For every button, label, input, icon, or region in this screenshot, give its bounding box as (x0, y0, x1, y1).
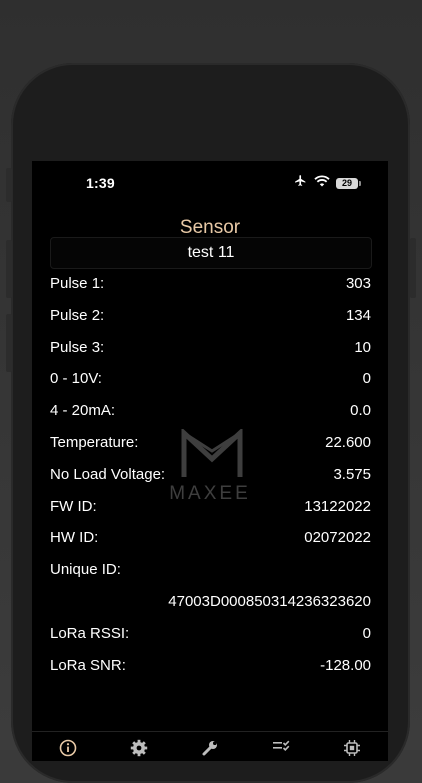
reading-label: Pulse 3: (50, 338, 105, 356)
tab-checklist[interactable] (263, 732, 299, 761)
airplane-icon (293, 174, 308, 192)
phone-side-button (6, 168, 12, 202)
chip-icon (343, 739, 361, 761)
tab-hardware[interactable] (334, 732, 370, 761)
tab-settings[interactable] (121, 732, 157, 761)
reading-label: 4 - 20mA: (50, 402, 116, 420)
device-name-field[interactable]: test 11 (50, 237, 372, 269)
reading-label: Pulse 2: (50, 306, 105, 324)
reading-label: FW ID: (50, 497, 97, 515)
gear-icon (130, 739, 148, 761)
reading-row-pulse-2: Pulse 2: 134 (32, 299, 388, 331)
reading-row-unique-id-value: 47003D000850314236323620 (32, 585, 388, 617)
reading-row-pulse-3: Pulse 3: 10 (32, 331, 388, 363)
reading-label: Temperature: (50, 433, 139, 451)
reading-row-lora-rssi: LoRa RSSI: 0 (32, 617, 388, 649)
phone-volume-up-button (6, 240, 12, 298)
reading-value: 13122022 (304, 497, 371, 515)
info-icon (59, 739, 77, 761)
unique-id-value: 47003D000850314236323620 (168, 592, 371, 610)
reading-value: 02072022 (304, 529, 371, 547)
reading-row-lora-snr: LoRa SNR: -128.00 (32, 649, 388, 681)
reading-row-0-10v: 0 - 10V: 0 (32, 362, 388, 394)
reading-row-unique-id: Unique ID: (32, 553, 388, 585)
reading-value: -128.00 (320, 656, 371, 674)
checklist-icon (272, 739, 290, 761)
reading-value: 0 (362, 370, 371, 388)
reading-value: 0 (362, 624, 371, 642)
reading-row-fw-id: FW ID: 13122022 (32, 490, 388, 522)
phone-volume-down-button (6, 314, 12, 372)
reading-label: No Load Voltage: (50, 465, 166, 483)
reading-label: LoRa SNR: (50, 656, 126, 674)
tab-tools[interactable] (192, 732, 228, 761)
reading-value: 0.0 (350, 402, 371, 420)
reading-row-no-load-voltage: No Load Voltage: 3.575 (32, 458, 388, 490)
reading-row-hw-id: HW ID: 02072022 (32, 521, 388, 553)
status-bar: 1:39 29 (32, 161, 388, 203)
tab-bar (32, 731, 388, 761)
wrench-icon (201, 739, 219, 761)
reading-value: 303 (345, 275, 371, 292)
reading-row-4-20ma: 4 - 20mA: 0.0 (32, 394, 388, 426)
battery-icon: 29 (336, 177, 361, 189)
reading-value: 22.600 (325, 433, 371, 451)
tab-info[interactable] (50, 732, 86, 761)
page-title: Sensor (179, 217, 241, 238)
status-time: 1:39 (86, 175, 115, 191)
reading-label: LoRa RSSI: (50, 624, 130, 642)
reading-row-temperature: Temperature: 22.600 (32, 426, 388, 458)
reading-value: 3.575 (333, 465, 371, 483)
readings-list: Pulse 1: 303 Pulse 2: 134 Pulse 3: 10 0 … (32, 267, 388, 680)
wifi-icon (314, 174, 330, 192)
reading-label: Unique ID: (50, 561, 121, 579)
reading-label: 0 - 10V: (50, 370, 102, 388)
reading-label: HW ID: (50, 529, 99, 547)
phone-power-button (410, 238, 416, 298)
reading-value: 10 (354, 338, 371, 356)
reading-value: 134 (345, 306, 371, 324)
reading-label: Pulse 1: (50, 275, 105, 292)
reading-row-pulse-1: Pulse 1: 303 (32, 267, 388, 299)
status-icons: 29 (293, 174, 361, 192)
app-screen: 1:39 29 Sensor test 11 MAXEE Pulse 1: 30… (32, 161, 388, 761)
